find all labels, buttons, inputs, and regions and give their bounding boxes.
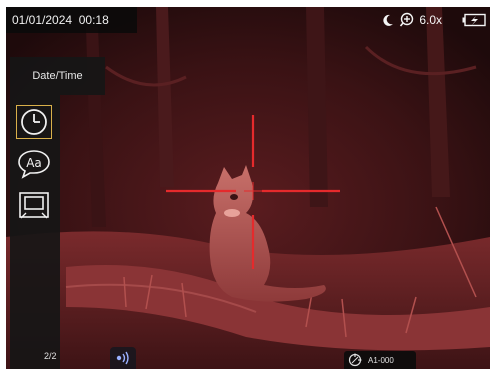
menu-item-date-time[interactable] [16,105,52,139]
menu-title: Date/Time [10,57,105,95]
status-indicators: 6.0x [354,7,490,33]
menu-item-language[interactable]: Aa [16,147,52,181]
reticle-center [244,182,262,200]
battery-charging-icon [462,13,486,27]
crescent-moon-icon[interactable] [381,13,395,27]
page-indicator: 2/2 [44,351,57,361]
viewfinder-screen: 01/01/2024 00:18 6.0x Date/Time Aa 2/2 A… [6,7,490,369]
profile-target-icon [348,353,362,367]
clock-icon [19,107,49,137]
screen-display-icon [18,191,50,221]
zoom-in-icon[interactable] [399,12,415,28]
svg-text:Aa: Aa [26,156,42,170]
wifi-signal-icon [115,351,133,365]
date-time-display: 01/01/2024 00:18 [6,7,137,33]
zoom-level: 6.0x [419,13,442,27]
menu-item-display[interactable] [16,189,52,223]
profile-status: A1-000 [344,351,416,369]
font-speech-bubble-icon: Aa [17,148,51,180]
profile-label: A1-000 [368,355,394,365]
settings-menu: Aa 2/2 [10,95,60,369]
wifi-indicator[interactable] [110,347,136,369]
